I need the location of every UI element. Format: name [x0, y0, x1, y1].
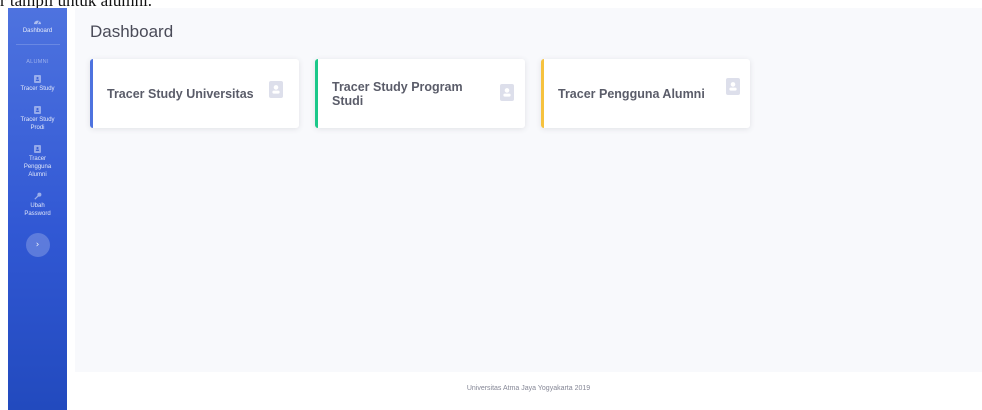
id-card-icon	[726, 78, 740, 95]
page-title: Dashboard	[90, 22, 174, 41]
id-card-icon	[34, 75, 41, 83]
sidebar: Dashboard ALUMNI Tracer Study Tracer Stu…	[8, 8, 67, 410]
card-label: Tracer Pengguna Alumni	[558, 86, 705, 101]
id-card-icon	[269, 81, 283, 98]
sidebar-item-label: Dashboard	[22, 28, 53, 34]
chevron-right-icon: ›	[35, 239, 40, 250]
footer: Universitas Atma Jaya Yogyakarta 2019	[75, 372, 982, 410]
main-content: Dashboard Tracer Study Universitas Trace…	[75, 8, 982, 398]
sidebar-item-label: Tracer Study	[20, 86, 55, 92]
card-label: Tracer Study Program Studi	[332, 79, 463, 108]
sidebar-item-tracer-study[interactable]: Tracer Study	[8, 75, 67, 93]
sidebar-item-tracer-study-prodi[interactable]: Tracer Study Prodi	[8, 106, 67, 132]
sidebar-item-label: Tracer Study Prodi	[20, 117, 55, 131]
tachometer-icon	[34, 20, 41, 25]
app-page: r tampil untuk alumni. Dashboard ALUMNI …	[0, 0, 982, 410]
id-card-icon	[34, 106, 41, 114]
card-tracer-pengguna-alumni[interactable]: Tracer Pengguna Alumni	[541, 59, 750, 128]
sidebar-toggle-button[interactable]: ›	[25, 233, 50, 257]
sidebar-item-tracer-pengguna-alumni[interactable]: Tracer Pengguna Alumni	[8, 145, 67, 179]
card-tracer-study-universitas[interactable]: Tracer Study Universitas	[90, 59, 299, 128]
key-icon	[33, 192, 41, 200]
sidebar-item-label: Ubah Password	[24, 203, 51, 217]
card-label: Tracer Study Universitas	[107, 86, 254, 101]
sidebar-item-ubah-password[interactable]: Ubah Password	[8, 192, 67, 218]
id-card-icon	[34, 145, 41, 153]
sidebar-item-dashboard[interactable]: Dashboard	[8, 18, 67, 35]
footer-copyright: Universitas Atma Jaya Yogyakarta 2019	[466, 385, 591, 392]
document-caption: r tampil untuk alumni.	[0, 0, 152, 8]
sidebar-section-heading: ALUMNI	[26, 59, 49, 65]
card-tracer-study-program-studi[interactable]: Tracer Study Program Studi	[315, 59, 525, 128]
id-card-icon	[500, 84, 514, 101]
sidebar-divider	[15, 44, 60, 45]
sidebar-item-label: Tracer Pengguna Alumni	[23, 156, 52, 178]
